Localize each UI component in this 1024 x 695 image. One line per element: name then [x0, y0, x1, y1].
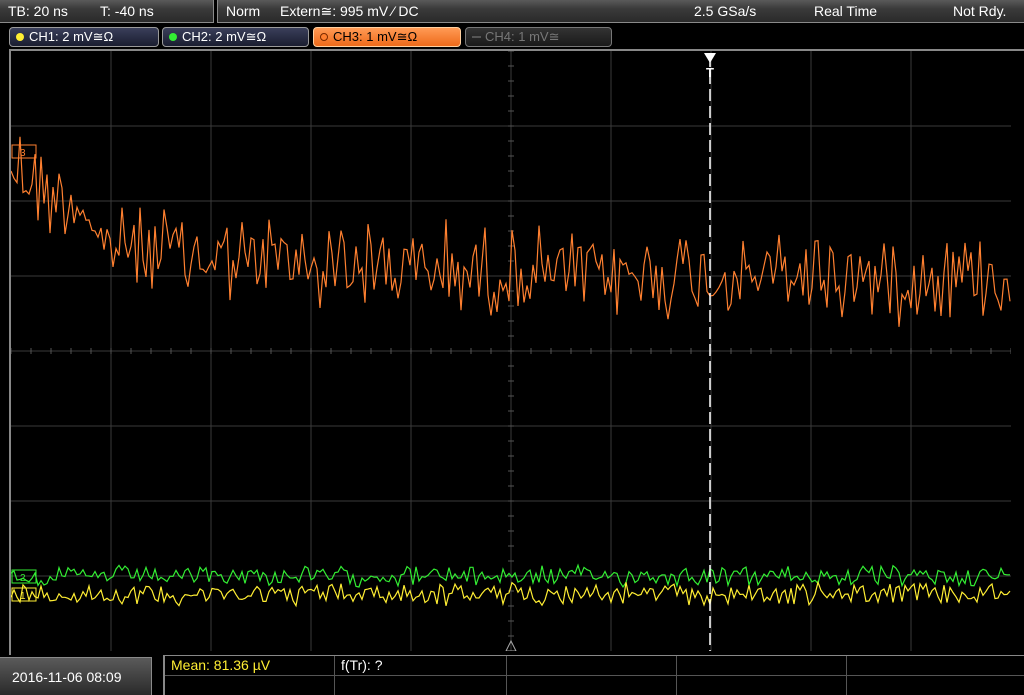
status-bar: TB: 20 ns T: -40 ns Norm Extern≅: 995 mV…: [0, 0, 1024, 25]
channel-tab-ch4[interactable]: CH4: 1 mV≅: [465, 27, 612, 47]
trigger-position-arrow-icon[interactable]: [704, 53, 716, 63]
channel-tab-label: CH3: 1 mV≅Ω: [333, 29, 418, 44]
measurement-slot-empty[interactable]: [165, 676, 335, 695]
trigger-mode[interactable]: Norm: [226, 0, 260, 22]
timebase-panel[interactable]: TB: 20 ns T: -40 ns: [0, 0, 214, 23]
graticule: [11, 51, 1011, 651]
trigger-marker-label: T: [706, 65, 714, 80]
measurement-slot-empty[interactable]: [677, 676, 847, 695]
ch1-indicator-icon: [16, 33, 24, 41]
measurement-ftr[interactable]: f(Tr): ?: [335, 656, 507, 676]
measurement-table: Mean: 81.36 µV f(Tr): ?: [163, 655, 1024, 695]
trigger-source[interactable]: Extern≅: 995 mV ⁄ DC: [280, 0, 419, 22]
acquisition-state: Not Rdy.: [953, 3, 1007, 19]
timebase-value[interactable]: TB: 20 ns: [8, 0, 68, 22]
date-time: 2016-11-06 08:09: [0, 657, 152, 695]
measurement-slot-empty[interactable]: [847, 676, 1024, 695]
trigger-time-value[interactable]: T: -40 ns: [100, 0, 154, 22]
channel-tab-ch3[interactable]: CH3: 1 mV≅Ω: [313, 27, 461, 47]
ch3-indicator-icon: [320, 33, 328, 41]
bottom-bar: 2016-11-06 08:09 Mean: 81.36 µV f(Tr): ?: [0, 655, 1024, 695]
channel-tab-label: CH1: 2 mV≅Ω: [29, 29, 114, 44]
measurement-slot-empty[interactable]: [847, 656, 1024, 676]
channel-tab-label: CH2: 2 mV≅Ω: [182, 29, 267, 44]
channel-tab-label: CH4: 1 mV≅: [485, 29, 560, 44]
acquisition-mode[interactable]: Real Time: [814, 0, 877, 22]
sample-rate: 2.5 GSa/s: [694, 3, 757, 19]
channel-tab-ch1[interactable]: CH1: 2 mV≅Ω: [9, 27, 159, 47]
ch2-indicator-icon: [169, 33, 177, 41]
ch4-indicator-icon: [472, 36, 481, 38]
trigger-position[interactable]: T: [704, 53, 716, 651]
measurement-slot-empty[interactable]: [507, 676, 677, 695]
measurement-mean[interactable]: Mean: 81.36 µV: [165, 656, 335, 676]
measurement-slot-empty[interactable]: [335, 676, 507, 695]
ch1-offset-marker-label: 1: [20, 591, 26, 602]
channel-tab-ch2[interactable]: CH2: 2 mV≅Ω: [162, 27, 309, 47]
measurement-slot-empty[interactable]: [677, 656, 847, 676]
trigger-panel[interactable]: Norm Extern≅: 995 mV ⁄ DC 2.5 GSa/s Real…: [217, 0, 1024, 23]
ch3-offset-marker[interactable]: 3: [11, 144, 37, 159]
waveform-display[interactable]: T 3 2 1: [11, 51, 1011, 651]
measurement-slot-empty[interactable]: [507, 656, 677, 676]
ch3-offset-marker-label: 3: [20, 148, 26, 159]
ch2-offset-marker-label: 2: [20, 573, 26, 584]
